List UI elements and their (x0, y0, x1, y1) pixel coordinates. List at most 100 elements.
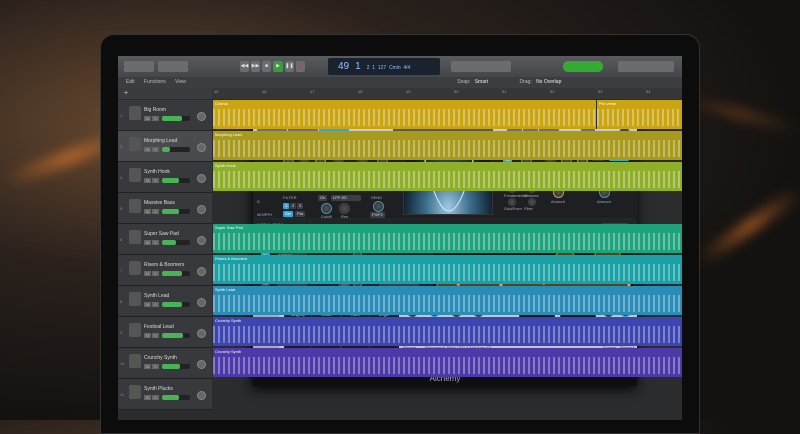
volume-fader[interactable] (162, 147, 190, 152)
record-button[interactable]: ● (296, 61, 305, 72)
mute-button[interactable]: M (144, 209, 151, 214)
track-header[interactable]: 4 Synth Hook MS (118, 162, 212, 193)
volume-fader[interactable] (162, 302, 190, 307)
pan-knob[interactable] (197, 267, 206, 276)
pan-knob[interactable] (197, 360, 206, 369)
volume-fader[interactable] (162, 178, 190, 183)
filter-parallel-button[interactable]: Par (295, 211, 306, 217)
audio-region[interactable]: Crunchy Synth (213, 348, 682, 377)
pan-knob[interactable] (197, 236, 206, 245)
menu-functions[interactable]: Functions (144, 79, 166, 85)
instrument-icon (129, 323, 141, 337)
audio-region[interactable]: Crunchy Synth (213, 317, 682, 346)
track-header[interactable]: 8 Synth Lead MS (118, 286, 212, 317)
volume-fader[interactable] (162, 271, 190, 276)
forward-button[interactable]: ▶▶ (251, 61, 260, 72)
editor-buttons[interactable] (158, 61, 188, 72)
audio-region[interactable]: Morphing Lead (213, 131, 682, 160)
volume-fader[interactable] (162, 240, 190, 245)
solo-button[interactable]: S (152, 209, 159, 214)
lcd-display[interactable]: 49 1 2 1 127 Cmin 4/4 (328, 58, 440, 75)
cutoff-knob[interactable] (321, 203, 332, 214)
tempo-readout: 127 (377, 65, 387, 71)
rewind-button[interactable]: ◀◀ (240, 61, 249, 72)
track-header[interactable]: 5 Massive Bass MS (118, 193, 212, 224)
pan-knob[interactable] (197, 391, 206, 400)
pan-knob[interactable] (197, 329, 206, 338)
mute-button[interactable]: M (144, 395, 151, 400)
resonance-knob[interactable] (339, 203, 350, 214)
pan-knob[interactable] (197, 143, 206, 152)
harmonic-knob[interactable] (528, 198, 536, 206)
volume-fader[interactable] (162, 333, 190, 338)
harmonic-knob[interactable] (508, 198, 516, 206)
filter-3-button[interactable]: 3 (297, 203, 304, 209)
pan-knob[interactable] (197, 205, 206, 214)
region-name: Synth Lead (215, 287, 236, 292)
stop-button[interactable]: ■ (262, 61, 271, 72)
filter-on-toggle[interactable]: On (318, 195, 328, 201)
drag-select[interactable]: No Overlap (536, 79, 561, 85)
add-track-button[interactable]: + (124, 90, 128, 97)
pan-knob[interactable] (197, 298, 206, 307)
solo-button[interactable]: S (152, 178, 159, 183)
view-buttons[interactable] (618, 61, 674, 72)
send-select[interactable]: FX/F2 (370, 212, 385, 218)
mute-button[interactable]: M (144, 147, 151, 152)
solo-button[interactable]: S (152, 116, 159, 121)
track-header[interactable]: 11 Synth Plucks MS (118, 379, 212, 410)
filter-2-button[interactable]: 2 (290, 203, 297, 209)
send-knob[interactable] (373, 201, 384, 212)
mute-button[interactable]: M (144, 240, 151, 245)
mute-button[interactable]: M (144, 116, 151, 121)
timeline-ruler[interactable]: 45 46 47 48 49 50 51 52 53 54 (212, 88, 682, 99)
solo-button[interactable]: S (152, 147, 159, 152)
volume-fader[interactable] (162, 395, 190, 400)
mode-buttons[interactable] (451, 61, 511, 72)
audio-region[interactable]: Synth Lead (213, 286, 682, 315)
volume-fader[interactable] (162, 116, 190, 121)
track-header[interactable]: 10 Crunchy Synth MS (118, 348, 212, 379)
pan-knob[interactable] (197, 112, 206, 121)
filter-1-button[interactable]: 1 (283, 203, 290, 209)
solo-button[interactable]: S (152, 364, 159, 369)
menu-view[interactable]: View (175, 79, 186, 85)
track-name: Crunchy Synth (144, 355, 177, 361)
solo-button[interactable]: S (152, 302, 159, 307)
audio-region[interactable]: Pre-verse (596, 100, 682, 129)
ruler-mark: 46 (262, 89, 267, 94)
audio-region[interactable]: Super Saw Pad (213, 224, 682, 253)
pan-knob[interactable] (197, 174, 206, 183)
volume-fader[interactable] (162, 364, 190, 369)
mute-button[interactable]: M (144, 364, 151, 369)
mute-button[interactable]: M (144, 271, 151, 276)
master-volume-slider[interactable] (563, 61, 603, 72)
drag-label: Drag: (519, 79, 532, 85)
filter-serial-button[interactable]: Ser (283, 211, 294, 217)
filter-type-select[interactable]: LPF 8G (331, 195, 361, 201)
track-header[interactable]: 1 Big Room MS (118, 100, 212, 131)
solo-button[interactable]: S (152, 333, 159, 338)
solo-button[interactable]: S (152, 271, 159, 276)
mute-button[interactable]: M (144, 178, 151, 183)
source-d-button[interactable]: D (257, 199, 260, 204)
play-button[interactable]: ▶ (273, 61, 283, 72)
track-name: Super Saw Pad (144, 231, 179, 237)
solo-button[interactable]: S (152, 395, 159, 400)
mute-button[interactable]: M (144, 302, 151, 307)
snap-select[interactable]: Smart (475, 79, 488, 85)
knob-label: Odd/Even (504, 206, 522, 211)
track-header[interactable]: 9 Festival Lead MS (118, 317, 212, 348)
track-header[interactable]: 6 Super Saw Pad MS (118, 224, 212, 255)
solo-button[interactable]: S (152, 240, 159, 245)
audio-region[interactable]: Synth Hook (213, 162, 682, 191)
library-buttons[interactable] (124, 61, 154, 72)
mute-button[interactable]: M (144, 333, 151, 338)
pause-button[interactable]: ❚❚ (285, 61, 294, 72)
source-morph-button[interactable]: MORPH (257, 212, 272, 217)
track-header[interactable]: 7 Risers & Boomers MS (118, 255, 212, 286)
volume-fader[interactable] (162, 209, 190, 214)
menu-edit[interactable]: Edit (126, 79, 135, 85)
audio-region[interactable]: Risers & Boomers (213, 255, 682, 284)
track-header[interactable]: 3 Morphing Lead MS (118, 131, 212, 162)
